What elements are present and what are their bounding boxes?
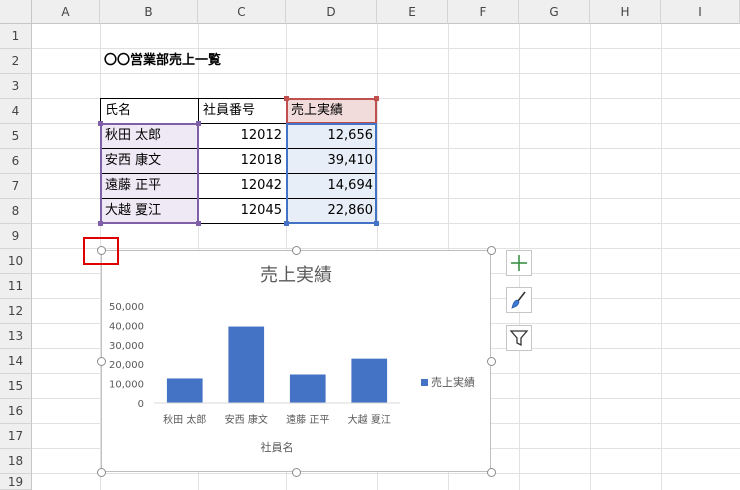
row-header-15[interactable]: 15 (0, 374, 32, 399)
chart-area[interactable]: 売上実績 0 10,000 20,000 30,000 40,000 50,000 秋田 … (101, 250, 491, 472)
row-header-1[interactable]: 1 (0, 24, 32, 49)
highlight-box (83, 237, 119, 265)
bar[interactable] (351, 358, 388, 403)
legend-label: 売上実績 (431, 375, 475, 389)
bar[interactable] (228, 326, 265, 403)
x-tick-label: 遠藤 正平 (286, 413, 329, 426)
row-header-12[interactable]: 12 (0, 299, 32, 324)
row-header-17[interactable]: 17 (0, 424, 32, 449)
reference-range-series-name (286, 98, 377, 124)
row-header-4[interactable]: 4 (0, 99, 32, 124)
resize-handle-bottom-right[interactable] (487, 468, 496, 477)
resize-handle-bottom[interactable] (292, 468, 301, 477)
y-tick-label: 10,000 (109, 380, 144, 391)
y-tick-label: 20,000 (109, 360, 144, 371)
cell-id-4[interactable]: 12045 (199, 199, 286, 223)
resize-handle-top-right[interactable] (487, 246, 496, 255)
column-header-h[interactable]: H (590, 0, 661, 24)
column-header-g[interactable]: G (519, 0, 590, 24)
bar-chart: 売上実績 0 10,000 20,000 30,000 40,000 50,000 秋田 … (109, 265, 475, 454)
sheet-title[interactable]: 〇〇営業部売上一覧 (100, 49, 280, 73)
header-name[interactable]: 氏名 (101, 99, 198, 123)
row-header-5[interactable]: 5 (0, 124, 32, 149)
row-header-16[interactable]: 16 (0, 399, 32, 424)
row-header-8[interactable]: 8 (0, 199, 32, 224)
resize-handle-top[interactable] (292, 246, 301, 255)
column-header-c[interactable]: C (198, 0, 286, 24)
row-header-6[interactable]: 6 (0, 149, 32, 174)
row-header-18[interactable]: 18 (0, 449, 32, 474)
cell-id-3[interactable]: 12042 (199, 174, 286, 198)
y-tick-label: 40,000 (109, 321, 144, 332)
column-header-d[interactable]: D (286, 0, 377, 24)
bar[interactable] (166, 378, 203, 403)
row-header-7[interactable]: 7 (0, 174, 32, 199)
y-tick-label: 50,000 (109, 302, 144, 313)
bar[interactable] (289, 374, 326, 403)
x-tick-label: 秋田 太郎 (163, 413, 206, 426)
column-header-e[interactable]: E (377, 0, 448, 24)
column-header-f[interactable]: F (448, 0, 519, 24)
row-header-3[interactable]: 3 (0, 74, 32, 99)
x-axis-title[interactable]: 社員名 (261, 440, 294, 454)
x-tick-label: 安西 康文 (225, 413, 268, 426)
legend-swatch (421, 379, 428, 386)
plus-icon (511, 255, 527, 271)
chart-filters-button[interactable] (506, 325, 532, 351)
resize-handle-right[interactable] (487, 357, 496, 366)
filter-icon (509, 330, 529, 347)
column-header-a[interactable]: A (32, 0, 100, 24)
select-all-corner[interactable] (0, 0, 32, 24)
row-header-10[interactable]: 10 (0, 249, 32, 274)
cell-id-2[interactable]: 12018 (199, 149, 286, 173)
x-tick-label: 大越 夏江 (348, 413, 391, 426)
spreadsheet[interactable]: A B C D E F G H I 1 2 3 4 5 6 7 8 9 10 1… (0, 0, 740, 490)
chart-styles-button[interactable] (506, 287, 532, 313)
row-header-11[interactable]: 11 (0, 274, 32, 299)
reference-range-values (286, 123, 377, 224)
row-header-13[interactable]: 13 (0, 324, 32, 349)
row-header-19[interactable]: 19 (0, 474, 32, 490)
cell-id-1[interactable]: 12012 (199, 124, 286, 148)
header-id[interactable]: 社員番号 (199, 99, 286, 123)
reference-range-names (100, 123, 199, 224)
y-tick-label: 0 (138, 399, 144, 410)
brush-icon (511, 291, 526, 309)
row-header-9[interactable]: 9 (0, 224, 32, 249)
legend[interactable]: 売上実績 (421, 375, 475, 389)
chart-title[interactable]: 売上実績 (260, 265, 332, 286)
chart-elements-button[interactable] (506, 250, 532, 276)
resize-handle-bottom-left[interactable] (97, 468, 106, 477)
column-header-i[interactable]: I (661, 0, 740, 24)
row-header-2[interactable]: 2 (0, 49, 32, 74)
column-header-b[interactable]: B (100, 0, 198, 24)
row-header-14[interactable]: 14 (0, 349, 32, 374)
y-tick-label: 30,000 (109, 341, 144, 352)
resize-handle-left[interactable] (97, 357, 106, 366)
